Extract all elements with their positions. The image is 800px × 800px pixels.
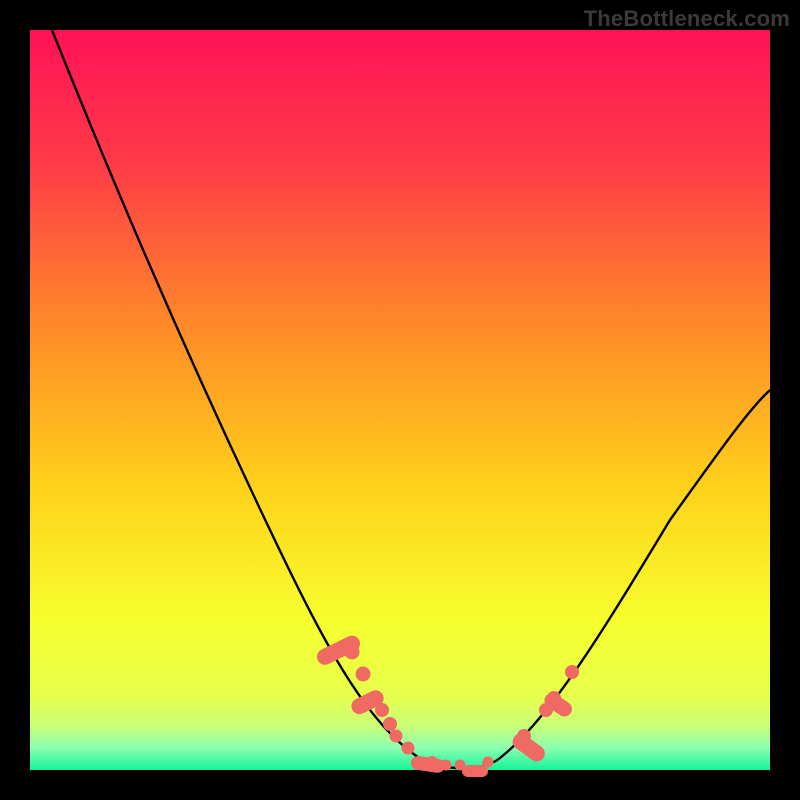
data-marker xyxy=(402,742,415,755)
chart-background xyxy=(30,30,770,770)
watermark-text: TheBottleneck.com xyxy=(584,6,790,32)
data-marker xyxy=(345,645,360,660)
data-marker xyxy=(375,703,389,717)
data-marker xyxy=(565,665,579,679)
chart-frame xyxy=(30,30,770,770)
data-marker xyxy=(356,667,371,682)
data-marker xyxy=(441,760,452,771)
data-marker xyxy=(462,765,488,777)
data-marker xyxy=(483,757,494,768)
data-marker xyxy=(390,730,403,743)
data-marker xyxy=(426,756,438,768)
